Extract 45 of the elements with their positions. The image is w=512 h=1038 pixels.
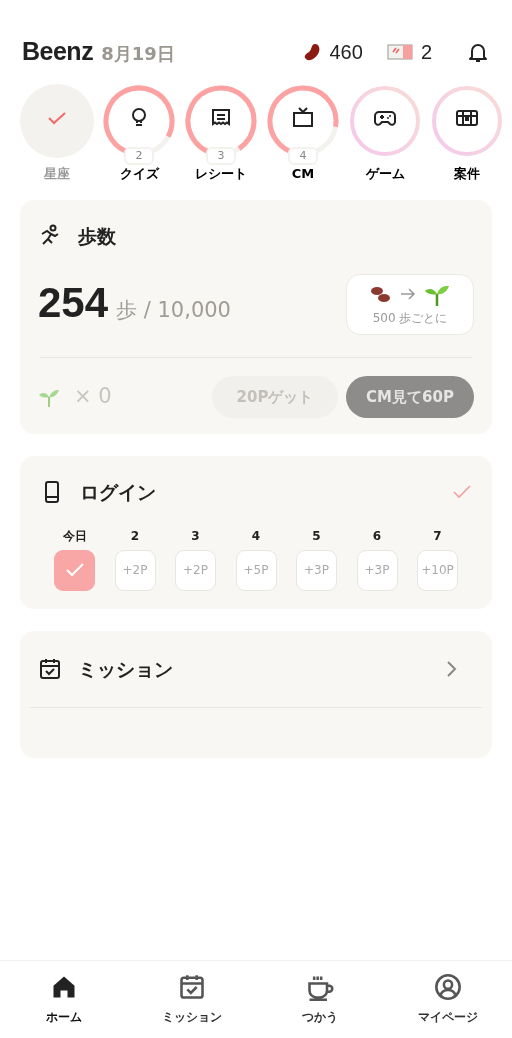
day-stamp: +2P (114, 549, 156, 591)
app-title: Beenz (22, 36, 94, 68)
shortcut-button[interactable]: 2 クイズ (102, 84, 176, 184)
ticket-icon (386, 43, 413, 61)
day-label: 7 (433, 527, 442, 545)
day-stamp: +3P (296, 549, 337, 591)
day-label: 5 (312, 527, 321, 545)
tv-icon (291, 106, 315, 130)
day-label: 2 (130, 527, 140, 545)
day-stamp: +5P (235, 549, 277, 591)
beans-icon (370, 285, 392, 303)
day-label: 4 (251, 527, 261, 545)
count-badge: 4 (288, 147, 318, 165)
shortcut-button[interactable]: 案件 (430, 84, 504, 184)
date-label: 8月19日 (101, 42, 175, 67)
arrow-icon (400, 288, 416, 300)
check-icon (64, 562, 85, 578)
tab-button[interactable]: ミッション (128, 961, 256, 1038)
day-label: 3 (191, 527, 200, 545)
ticket-count: 2 (420, 40, 432, 65)
tab-button[interactable]: マイページ (384, 961, 512, 1038)
count-badge: 3 (206, 147, 236, 165)
day-stamp: +10P (417, 549, 458, 591)
shortcut-button[interactable]: ゲーム (348, 84, 422, 184)
card-title: ミッション (78, 656, 173, 682)
day-stamp: +3P (356, 549, 398, 591)
card-title: 歩数 (78, 223, 116, 249)
day-label: 6 (372, 527, 382, 545)
step-count: 254 (38, 282, 109, 325)
card-title: ログイン (80, 480, 156, 505)
bean-count: 460 (329, 40, 363, 65)
shortcut-button[interactable]: 3 レシート (184, 84, 258, 184)
tab-button[interactable]: つかう (256, 961, 384, 1038)
day-stamp: +2P (175, 549, 216, 591)
sprout-icon (38, 387, 60, 407)
count-badge: 2 (124, 147, 154, 165)
calendar-icon (178, 973, 206, 1001)
user-icon (434, 973, 462, 1001)
step-goal: 歩 / 10,000 (116, 297, 231, 325)
chevron-right-icon[interactable] (446, 659, 458, 678)
tab-button[interactable]: ホーム (0, 961, 128, 1038)
calendar-icon (38, 656, 62, 681)
shortcut-button[interactable]: 4 CM (266, 84, 340, 184)
reward-note: 500 歩ごとに (372, 310, 448, 327)
day-label: 今日 (62, 527, 87, 545)
